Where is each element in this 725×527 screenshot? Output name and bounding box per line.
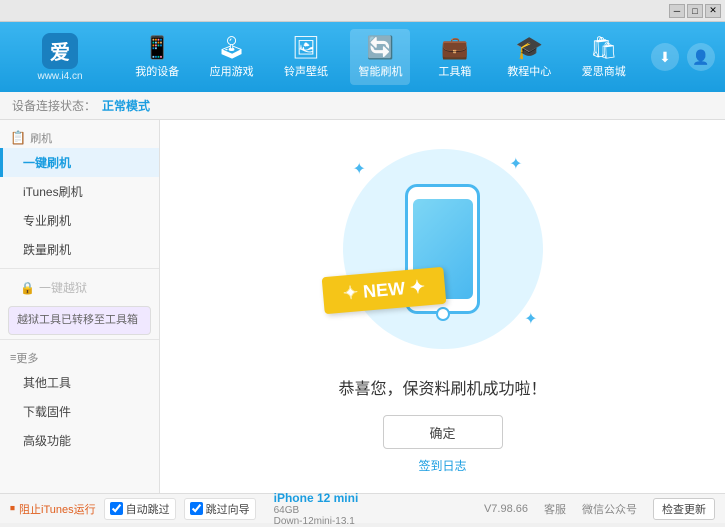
check-update-button[interactable]: 检查更新	[653, 498, 715, 520]
confirm-button[interactable]: 确定	[383, 415, 503, 449]
logo-icon: 爱	[42, 33, 78, 69]
download-button[interactable]: ⬇	[651, 43, 679, 71]
stop-icon: ⏹	[10, 503, 15, 514]
nav-item-my-device[interactable]: 📱 我的设备	[127, 29, 187, 85]
nav-item-wallpaper[interactable]: 🖼 铃声壁纸	[276, 29, 336, 85]
phone-icon: 📱	[144, 35, 171, 61]
success-message: 恭喜您，保资料刷机成功啦！	[338, 375, 546, 399]
sidebar-locked-jailbreak: 🔒 一键越狱	[0, 273, 159, 302]
nav-label-wallpaper: 铃声壁纸	[284, 63, 328, 79]
bottom-left: ⏹ 阻止iTunes运行 自动跳过 跳过向导 iPhone 12 mini 64…	[10, 491, 358, 527]
main-content: ✦ ✦ ✦ NEW 恭喜您，保资料刷机成功啦！ 确定 签到日志	[160, 120, 725, 493]
user-button[interactable]: 👤	[687, 43, 715, 71]
nav-item-apps-games[interactable]: 🕹 应用游戏	[202, 29, 262, 85]
sparkle-icon-3: ✦	[524, 309, 537, 329]
wechat-link[interactable]: 微信公众号	[582, 501, 637, 517]
header: 爱 www.i4.cn 📱 我的设备 🕹 应用游戏 🖼 铃声壁纸 🔄 智能刷机 …	[0, 22, 725, 92]
status-bar: 设备连接状态： 正常模式	[0, 92, 725, 120]
lock-icon: 🔒	[20, 281, 35, 295]
apps-icon: 🕹	[218, 35, 246, 61]
device-firmware: Down-12mini-13.1	[274, 516, 359, 527]
sidebar-section-more-header: ≡ 更多	[0, 344, 159, 368]
sidebar-item-advanced[interactable]: 高级功能	[0, 426, 159, 455]
itunes-status-label: 阻止iTunes运行	[19, 501, 96, 517]
nav-bar: 📱 我的设备 🕹 应用游戏 🖼 铃声壁纸 🔄 智能刷机 💼 工具箱 🎓 教程中心…	[110, 29, 651, 85]
customer-service-link[interactable]: 客服	[544, 501, 566, 517]
nav-label-mall: 爱思商城	[582, 63, 626, 79]
header-right: ⬇ 👤	[651, 43, 715, 71]
sidebar-divider-2	[0, 339, 159, 340]
nav-item-tutorials[interactable]: 🎓 教程中心	[499, 29, 559, 85]
sparkle-icon-1: ✦	[353, 159, 366, 179]
toolbox-icon: 💼	[441, 35, 468, 61]
mall-icon: 🛍	[590, 35, 618, 61]
device-info: iPhone 12 mini 64GB Down-12mini-13.1	[274, 491, 359, 527]
auto-skip-checkbox[interactable]: 自动跳过	[104, 498, 176, 520]
bottom-bar: ⏹ 阻止iTunes运行 自动跳过 跳过向导 iPhone 12 mini 64…	[0, 493, 725, 523]
nav-label-apps-games: 应用游戏	[210, 63, 254, 79]
logo-area: 爱 www.i4.cn	[10, 33, 110, 82]
nav-label-my-device: 我的设备	[135, 63, 179, 79]
daily-link[interactable]: 签到日志	[418, 457, 466, 474]
phone-home-button	[436, 307, 450, 321]
skip-wizard-checkbox[interactable]: 跳过向导	[184, 498, 256, 520]
sparkle-icon-2: ✦	[509, 154, 522, 174]
nav-item-toolbox[interactable]: 💼 工具箱	[425, 29, 485, 85]
maximize-button[interactable]: □	[687, 4, 703, 18]
flash-section-icon: 📋	[10, 130, 26, 146]
phone-circle-bg	[343, 149, 543, 349]
flash-section-label: 刷机	[30, 130, 52, 146]
version-text: V7.98.66	[484, 503, 528, 515]
logo-text: www.i4.cn	[37, 71, 82, 82]
sidebar-section-flash-header: 📋 刷机	[0, 124, 159, 148]
close-button[interactable]: ✕	[705, 4, 721, 18]
sidebar-item-one-click-flash[interactable]: 一键刷机	[0, 148, 159, 177]
status-value: 正常模式	[102, 97, 150, 114]
nav-label-smart-flash: 智能刷机	[358, 63, 402, 79]
sidebar-item-itunes-flash[interactable]: iTunes刷机	[0, 177, 159, 206]
device-storage: 64GB	[274, 505, 359, 516]
auto-skip-input[interactable]	[110, 502, 123, 515]
main-layout: 📋 刷机 一键刷机 iTunes刷机 专业刷机 跌量刷机 🔒 一键越狱 越狱工具…	[0, 120, 725, 493]
tutorial-icon: 🎓	[516, 35, 543, 61]
title-bar: ─ □ ✕	[0, 0, 725, 22]
skip-wizard-label: 跳过向导	[206, 501, 250, 517]
sidebar-item-download-firmware[interactable]: 下载固件	[0, 397, 159, 426]
sidebar-item-other-tools[interactable]: 其他工具	[0, 368, 159, 397]
status-label: 设备连接状态：	[12, 97, 96, 114]
nav-label-tutorials: 教程中心	[507, 63, 551, 79]
nav-item-smart-flash[interactable]: 🔄 智能刷机	[350, 29, 410, 85]
sidebar-item-pro-flash[interactable]: 专业刷机	[0, 206, 159, 235]
nav-label-toolbox: 工具箱	[438, 63, 471, 79]
sidebar-divider-1	[0, 268, 159, 269]
itunes-status[interactable]: ⏹ 阻止iTunes运行	[10, 501, 96, 517]
wallpaper-icon: 🖼	[292, 35, 320, 61]
jailbreak-notice-box: 越狱工具已转移至工具箱	[8, 306, 151, 335]
minimize-button[interactable]: ─	[669, 4, 685, 18]
bottom-right: V7.98.66 客服 微信公众号 检查更新	[484, 498, 715, 520]
nav-item-mall[interactable]: 🛍 爱思商城	[574, 29, 634, 85]
sidebar: 📋 刷机 一键刷机 iTunes刷机 专业刷机 跌量刷机 🔒 一键越狱 越狱工具…	[0, 120, 160, 493]
sidebar-item-data-flash[interactable]: 跌量刷机	[0, 235, 159, 264]
flash-icon: 🔄	[367, 35, 394, 61]
auto-skip-label: 自动跳过	[126, 501, 170, 517]
skip-wizard-input[interactable]	[190, 502, 203, 515]
phone-illustration: ✦ ✦ ✦ NEW	[333, 139, 553, 359]
